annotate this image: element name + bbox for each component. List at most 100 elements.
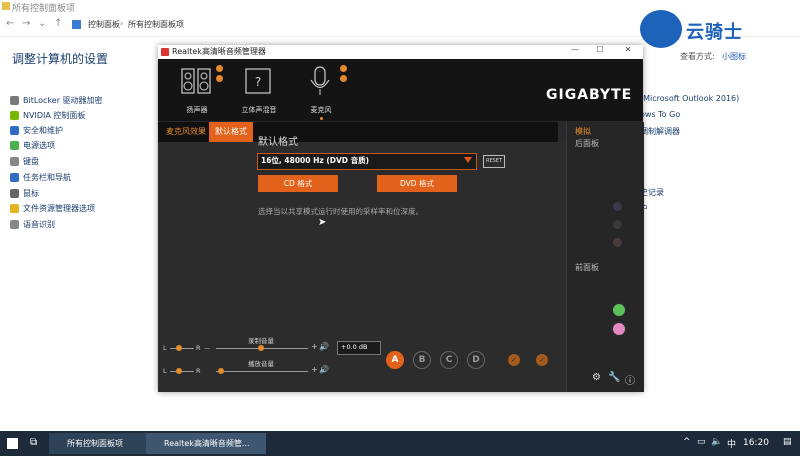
- reset-button[interactable]: RESET: [483, 155, 505, 168]
- db-field[interactable]: +0.0 dB: [337, 341, 381, 355]
- control-panel-item[interactable]: 调制解调器: [640, 126, 680, 137]
- balance-slider-knob[interactable]: [176, 368, 182, 374]
- realtek-icon: [161, 48, 169, 56]
- back-icon[interactable]: ←: [6, 18, 14, 29]
- balance-slider-knob[interactable]: [176, 345, 182, 351]
- section-title: 默认格式: [258, 137, 298, 148]
- keyboard-icon: [10, 156, 19, 166]
- playback-volume-slider[interactable]: [216, 371, 308, 372]
- taskbar-icon: [10, 172, 19, 182]
- flag-icon: [10, 125, 19, 135]
- check-icon[interactable]: ✓: [536, 354, 548, 366]
- microphone-icon: [310, 66, 330, 95]
- brand-logo: GIGABYTE: [546, 87, 633, 103]
- volume-icon[interactable]: 🔊: [319, 342, 329, 351]
- balance-left-label: L: [163, 367, 167, 375]
- mouse-icon: [10, 188, 19, 198]
- folder-icon: [10, 203, 19, 213]
- tab-speakers[interactable]: 扬声器: [174, 63, 223, 117]
- cd-format-button[interactable]: CD 格式: [258, 175, 338, 192]
- wrench-icon[interactable]: 🔧: [608, 372, 620, 383]
- cursor-icon: ➤: [318, 217, 327, 228]
- profile-b-button[interactable]: B: [413, 351, 431, 369]
- breadcrumb-item[interactable]: 所有控制面板项: [128, 19, 184, 30]
- format-dropdown[interactable]: 16位, 48000 Hz (DVD 音质): [257, 153, 477, 170]
- close-button[interactable]: ✕: [616, 45, 640, 54]
- forward-icon[interactable]: →: [22, 18, 30, 29]
- ime-indicator[interactable]: 中: [727, 437, 736, 450]
- network-icon[interactable]: ▭: [697, 437, 706, 447]
- chevron-up-icon[interactable]: ^: [683, 437, 691, 447]
- dvd-format-button[interactable]: DVD 格式: [377, 175, 457, 192]
- clock[interactable]: 16:20: [743, 438, 769, 448]
- view-by-dropdown[interactable]: 小图标: [722, 51, 746, 62]
- tab-microphone[interactable]: 麦克风: [298, 63, 347, 117]
- jack-icon[interactable]: [613, 238, 622, 247]
- check-icon[interactable]: ✓: [508, 354, 520, 366]
- record-volume-label: 录制音量: [248, 337, 274, 345]
- tab-label: 立体声混音: [241, 106, 277, 114]
- record-volume-knob[interactable]: [258, 345, 264, 351]
- balance-right-label: R: [196, 367, 201, 375]
- tab-label: 麦克风: [310, 106, 332, 114]
- profile-d-button[interactable]: D: [467, 351, 485, 369]
- plus-icon[interactable]: +: [311, 365, 318, 374]
- control-panel-titlebar: 所有控制面板项: [0, 0, 800, 14]
- up-arrow-icon[interactable]: ↑: [54, 18, 62, 29]
- breadcrumb-item[interactable]: 控制面板: [88, 19, 120, 30]
- tab-default-format[interactable]: 默认格式: [209, 122, 253, 142]
- front-panel-label: 前面板: [575, 263, 599, 272]
- jack-icon[interactable]: [613, 220, 622, 229]
- control-panel-item[interactable]: NVIDIA 控制面板: [10, 108, 85, 122]
- device-header: 扬声器 ? 立体声混音 麦克风 GIGABYTE: [158, 59, 643, 121]
- control-panel-item[interactable]: 安全和维护: [10, 123, 63, 137]
- balance-left-label: L: [163, 344, 167, 352]
- status-dot: [216, 65, 223, 72]
- jack-panel: 模拟 后面板 前面板 ⚙ 🔧 ⓘ: [566, 122, 644, 392]
- minus-icon: —: [204, 344, 211, 352]
- realtek-audio-manager: Realtek高清晰音频管理器 — ☐ ✕ 扬声器 ? 立体声混音 麦克风 GI…: [158, 45, 644, 392]
- control-panel-item[interactable]: (Microsoft Outlook 2016): [640, 94, 739, 103]
- green-jack-icon[interactable]: [611, 302, 627, 318]
- watermark-text: 云骑士: [686, 22, 743, 43]
- active-indicator: [320, 117, 323, 120]
- control-panel-item[interactable]: 语音识别: [10, 217, 55, 231]
- speaker-icon: [181, 68, 211, 94]
- taskbar-item[interactable]: Realtek高清晰音频管...: [146, 433, 266, 454]
- jack-icon[interactable]: [613, 202, 622, 211]
- taskbar: ⧉ 所有控制面板项 Realtek高清晰音频管... ^ ▭ 🔈 中 16:20…: [0, 431, 800, 456]
- status-dot: [216, 75, 223, 82]
- playback-volume-knob[interactable]: [218, 368, 224, 374]
- minimize-button[interactable]: —: [563, 45, 587, 54]
- profile-c-button[interactable]: C: [440, 351, 458, 369]
- tab-stereo-mix[interactable]: ? 立体声混音: [236, 63, 282, 117]
- control-panel-item[interactable]: 文件资源管理器选项: [10, 201, 95, 215]
- microphone-icon: [10, 219, 19, 229]
- volume-icon[interactable]: 🔈: [711, 437, 722, 447]
- tab-mic-effects[interactable]: 麦克风效果: [160, 122, 212, 142]
- info-icon[interactable]: ⓘ: [625, 372, 635, 387]
- realtek-window-title: Realtek高清晰音频管理器: [172, 47, 266, 56]
- control-panel-item[interactable]: 键盘: [10, 154, 39, 168]
- volume-icon[interactable]: 🔊: [319, 365, 329, 374]
- pink-jack-icon[interactable]: [611, 321, 627, 337]
- control-panel-item[interactable]: BitLocker 驱动器加密: [10, 93, 103, 107]
- status-dot: [340, 75, 347, 82]
- plus-icon[interactable]: +: [311, 342, 318, 351]
- profile-a-button[interactable]: A: [386, 351, 404, 369]
- balance-slider-track[interactable]: [170, 348, 194, 349]
- task-view-icon[interactable]: ⧉: [30, 437, 37, 448]
- control-panel-item[interactable]: 任务栏和导航: [10, 170, 71, 184]
- maximize-button[interactable]: ☐: [588, 45, 612, 54]
- control-panel-item[interactable]: 电源选项: [10, 138, 55, 152]
- control-panel-item[interactable]: ows To Go: [640, 110, 680, 119]
- balance-slider-track[interactable]: [170, 371, 194, 372]
- gear-icon[interactable]: ⚙: [592, 372, 601, 383]
- control-panel-item[interactable]: 鼠标: [10, 186, 39, 200]
- folder-icon: [2, 2, 10, 10]
- notification-icon[interactable]: ▤: [783, 437, 792, 447]
- start-icon[interactable]: [7, 438, 18, 449]
- window-title: 所有控制面板项: [12, 4, 76, 14]
- balance-right-label: R: [196, 344, 201, 352]
- chevron-down-icon[interactable]: ⌄: [38, 18, 46, 29]
